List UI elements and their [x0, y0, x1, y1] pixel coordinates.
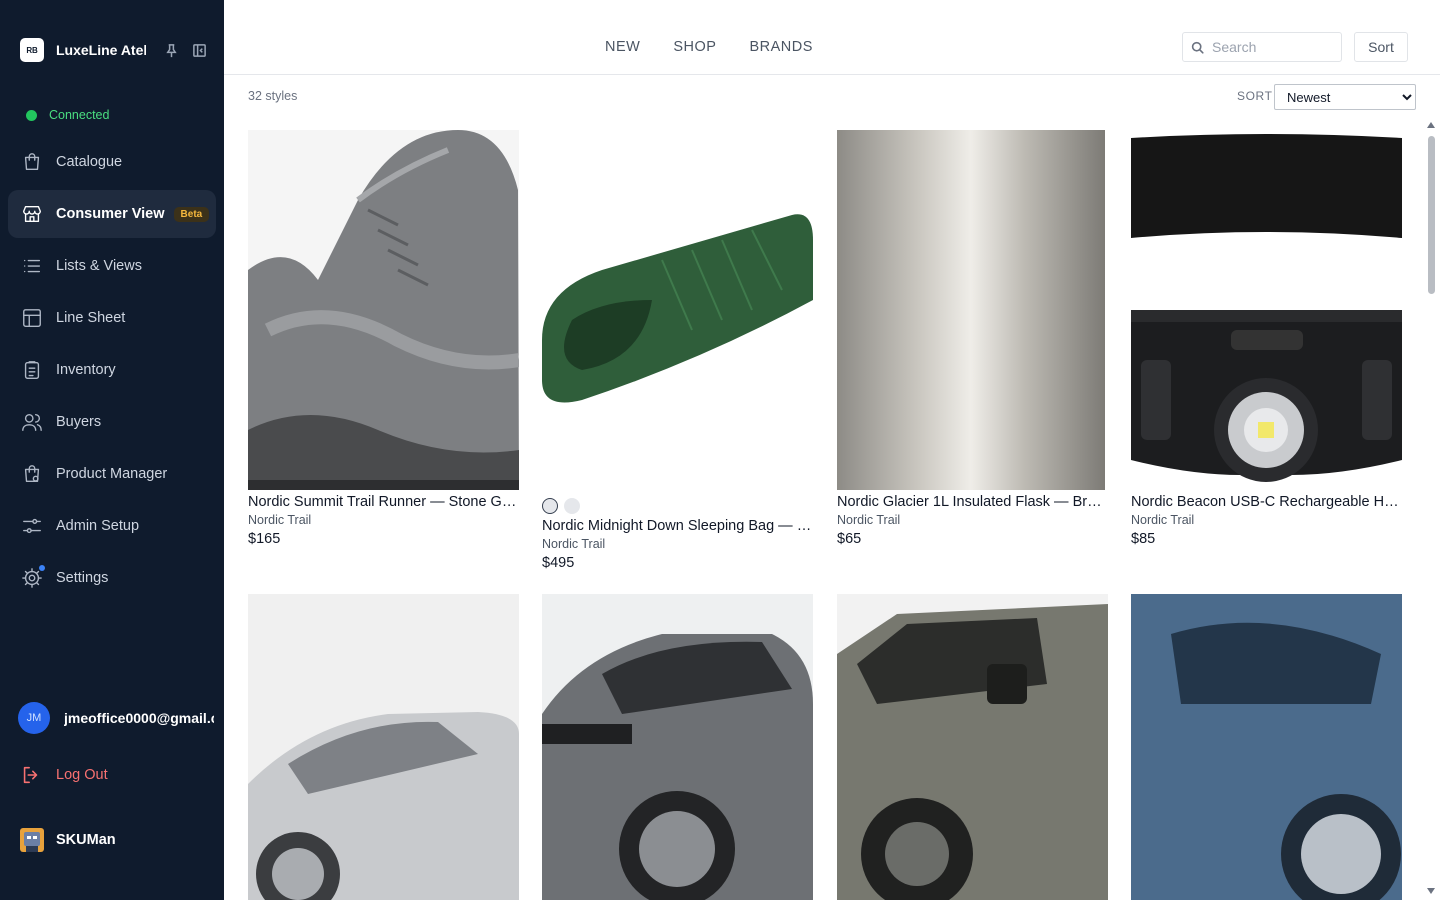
- user-account[interactable]: JM jmeoffice0000@gmail.com: [18, 702, 218, 734]
- nav-shop[interactable]: SHOP: [673, 39, 716, 55]
- brand-name: LuxeLine Atelier: [56, 42, 146, 58]
- product-card[interactable]: Nordic Glacier 1L Insulated Flask — Brus…: [837, 130, 1108, 547]
- product-brand: Nordic Trail: [1131, 513, 1195, 527]
- users-icon: [20, 410, 44, 434]
- color-swatch[interactable]: [564, 498, 580, 514]
- product-title: Nordic Beacon USB-C Rechargeable Headlam…: [1131, 494, 1402, 510]
- topbar: NEW SHOP BRANDS Sort: [224, 0, 1440, 75]
- product-card[interactable]: [542, 594, 813, 900]
- sidebar-item-inventory[interactable]: Inventory: [8, 346, 216, 394]
- gear-icon: [20, 565, 45, 590]
- pin-icon[interactable]: [162, 41, 180, 59]
- product-image: [248, 594, 519, 900]
- product-card[interactable]: [837, 594, 1108, 900]
- sidebar-item-lists-views[interactable]: Lists & Views: [8, 242, 216, 290]
- beta-badge: Beta: [173, 206, 210, 222]
- bag-settings-icon: [20, 462, 44, 486]
- user-email: jmeoffice0000@gmail.com: [64, 710, 214, 726]
- avatar: JM: [18, 702, 50, 734]
- product-price: $495: [542, 555, 575, 571]
- storefront-icon: [20, 202, 44, 226]
- sidebar-item-buyers[interactable]: Buyers: [8, 398, 216, 446]
- sidebar-item-settings[interactable]: Settings: [8, 554, 216, 602]
- product-image: [542, 594, 813, 900]
- product-card[interactable]: Nordic Beacon USB-C Rechargeable Headlam…: [1131, 130, 1402, 547]
- product-price: $65: [837, 531, 862, 547]
- product-title: Nordic Midnight Down Sleeping Bag — Fore…: [542, 518, 813, 534]
- connection-status: Connected: [26, 108, 109, 122]
- product-brand: Nordic Trail: [542, 537, 606, 551]
- store-nav: NEW SHOP BRANDS: [605, 39, 846, 55]
- search-icon: [1191, 41, 1204, 54]
- sort-button[interactable]: Sort: [1354, 32, 1408, 62]
- color-swatch[interactable]: [542, 498, 558, 514]
- scroll-up-arrow-icon[interactable]: [1427, 122, 1435, 128]
- product-price: $85: [1131, 531, 1156, 547]
- product-title: Nordic Summit Trail Runner — Stone Grey: [248, 494, 519, 510]
- product-image: [1131, 594, 1402, 900]
- product-card[interactable]: Nordic Midnight Down Sleeping Bag — Fore…: [542, 130, 813, 571]
- result-count: 32 styles: [248, 89, 298, 103]
- nav-brands[interactable]: BRANDS: [749, 39, 812, 55]
- search-input[interactable]: [1212, 39, 1337, 55]
- product-image: [837, 594, 1108, 900]
- sliders-icon: [20, 514, 44, 538]
- connection-status-label: Connected: [49, 108, 110, 122]
- brand-logo: RB: [20, 38, 44, 62]
- product-brand: Nordic Trail: [837, 513, 901, 527]
- color-swatches: [542, 498, 813, 514]
- sidebar-item-catalogue[interactable]: Catalogue: [8, 138, 216, 186]
- notification-dot: [39, 565, 45, 571]
- shopping-bag-icon: [20, 150, 44, 174]
- product-card[interactable]: [1131, 594, 1402, 900]
- sidebar-item-product-manager[interactable]: Product Manager: [8, 450, 216, 498]
- sidebar-item-admin-setup[interactable]: Admin Setup: [8, 502, 216, 550]
- app-footer: SKUMan: [20, 828, 116, 852]
- app-name: SKUMan: [56, 832, 116, 848]
- logout-button[interactable]: Log Out: [20, 764, 108, 786]
- collapse-sidebar-icon[interactable]: [190, 41, 208, 59]
- product-card[interactable]: Nordic Summit Trail Runner — Stone Grey …: [248, 130, 519, 547]
- search-box[interactable]: [1182, 32, 1342, 62]
- sort-label: SORT: [1237, 89, 1273, 103]
- status-dot: [26, 109, 37, 121]
- product-image: [248, 130, 519, 490]
- list-icon: [20, 254, 44, 278]
- product-title: Nordic Glacier 1L Insulated Flask — Brus…: [837, 494, 1108, 510]
- product-image: [542, 130, 813, 490]
- brand[interactable]: RB LuxeLine Atelier: [20, 37, 215, 63]
- layout-icon: [20, 306, 44, 330]
- scroll-down-arrow-icon[interactable]: [1427, 888, 1435, 894]
- scrollbar-thumb[interactable]: [1428, 136, 1435, 294]
- sidebar: RB LuxeLine Atelier Connected Catalogue …: [0, 0, 224, 900]
- sidebar-nav: Catalogue Consumer View Beta Lists & Vie…: [8, 138, 216, 606]
- product-price: $165: [248, 531, 281, 547]
- product-brand: Nordic Trail: [248, 513, 312, 527]
- sidebar-item-consumer-view[interactable]: Consumer View Beta: [8, 190, 216, 238]
- clipboard-icon: [20, 358, 44, 382]
- product-image: [837, 130, 1108, 490]
- nav-new[interactable]: NEW: [605, 39, 640, 55]
- scrollbar[interactable]: [1425, 120, 1439, 900]
- sort-select[interactable]: Newest: [1274, 84, 1416, 110]
- app-logo: [20, 828, 44, 852]
- sidebar-item-line-sheet[interactable]: Line Sheet: [8, 294, 216, 342]
- logout-icon: [23, 766, 38, 784]
- product-card[interactable]: [248, 594, 519, 900]
- product-image: [1131, 130, 1402, 490]
